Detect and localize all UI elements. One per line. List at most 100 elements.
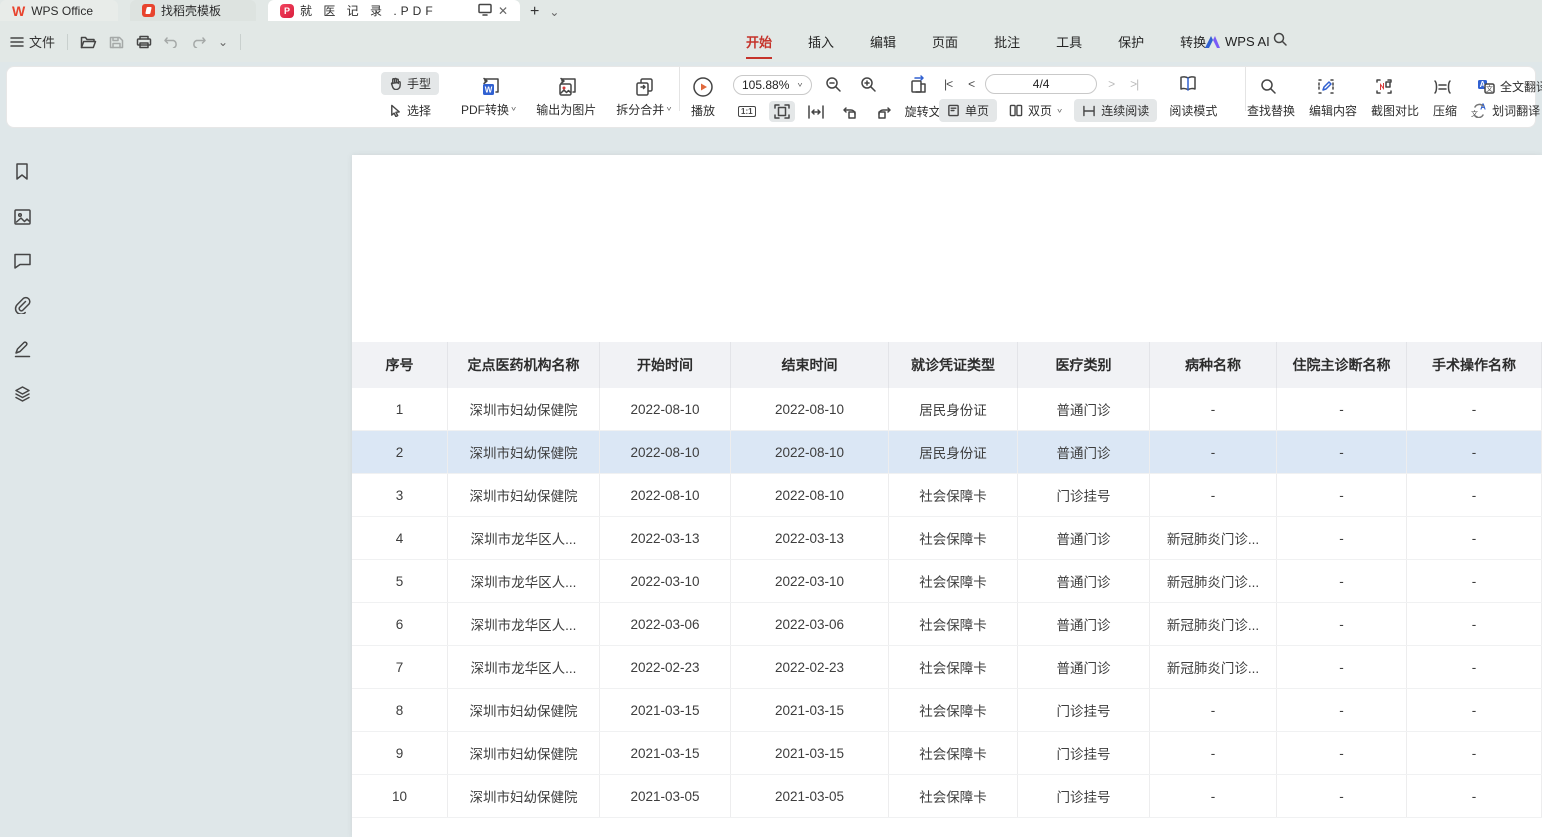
tab-docer-label: 找稻壳模板	[161, 2, 221, 19]
table-cell: 门诊挂号	[1018, 732, 1150, 774]
table-row[interactable]: 1深圳市妇幼保健院2022-08-102022-08-10居民身份证普通门诊--…	[352, 388, 1542, 431]
zoom-out-icon[interactable]	[820, 73, 847, 96]
read-mode-button[interactable]: 阅读模式	[1161, 99, 1225, 122]
zoom-in-icon[interactable]	[855, 73, 882, 96]
double-page-button[interactable]: 双页 ˅	[1001, 99, 1070, 122]
wps-ai-button[interactable]: WPS AI	[1204, 34, 1270, 49]
table-cell: 5	[352, 560, 448, 602]
quick-access-chevron-icon[interactable]: ⌄	[218, 35, 228, 49]
table-cell: 新冠肺炎门诊...	[1150, 560, 1277, 602]
search-menu-icon[interactable]	[1272, 31, 1288, 52]
table-header-cell: 序号	[352, 342, 448, 388]
fit-page-button[interactable]	[769, 101, 795, 122]
table-row[interactable]: 6深圳市龙华区人...2022-03-062022-03-06社会保障卡普通门诊…	[352, 603, 1542, 646]
table-row[interactable]: 9深圳市妇幼保健院2021-03-152021-03-15社会保障卡门诊挂号--…	[352, 732, 1542, 775]
menu-item-2[interactable]: 编辑	[852, 26, 914, 57]
tab-document-pdf[interactable]: P 就 医 记 录 .PDF ✕	[268, 0, 520, 21]
undo-icon[interactable]	[164, 35, 179, 48]
comment-panel-icon[interactable]	[11, 250, 34, 271]
table-cell: 2	[352, 431, 448, 473]
layers-icon[interactable]	[11, 383, 34, 405]
close-tab-icon[interactable]: ✕	[498, 4, 508, 18]
full-translate-button[interactable]: A文 全文翻译	[1477, 78, 1542, 95]
menu-item-3[interactable]: 页面	[914, 26, 976, 57]
svg-text:W: W	[484, 85, 492, 94]
word-translate-button[interactable]: 文A 划词翻译 ˅	[1471, 102, 1542, 119]
zoom-level-value: 105.88%	[742, 78, 789, 92]
table-cell: 2021-03-15	[731, 732, 889, 774]
monitor-icon[interactable]	[478, 3, 492, 19]
tab-docer-templates[interactable]: 找稻壳模板	[130, 0, 256, 21]
new-tab-icon[interactable]: +	[530, 3, 539, 21]
menu-bar: 文件 ⌄ 开始插入编辑页面批注工具保护转换 WPS AI	[0, 21, 1542, 62]
first-page-icon[interactable]: |<	[939, 74, 957, 94]
find-replace-icon[interactable]	[1255, 75, 1282, 98]
signature-pen-icon[interactable]	[11, 338, 34, 361]
tab-list-chevron-icon[interactable]: ⌄	[549, 5, 559, 19]
table-cell: 10	[352, 775, 448, 817]
export-image-button[interactable]: 输出为图片	[530, 75, 602, 120]
edit-content-label[interactable]: 编辑内容	[1309, 102, 1357, 119]
single-page-label: 单页	[965, 102, 989, 119]
rotate-right-icon[interactable]	[871, 101, 897, 122]
table-cell: 2021-03-05	[731, 775, 889, 817]
table-row[interactable]: 7深圳市龙华区人...2022-02-232022-02-23社会保障卡普通门诊…	[352, 646, 1542, 689]
page-number-input[interactable]: 4/4	[985, 74, 1097, 94]
fit-width-button[interactable]	[803, 102, 829, 122]
single-page-button[interactable]: 单页	[939, 99, 997, 122]
docer-icon	[142, 4, 155, 17]
svg-text:文: 文	[1486, 84, 1493, 93]
redo-icon[interactable]	[191, 35, 206, 48]
table-cell: 2022-02-23	[731, 646, 889, 688]
table-cell: 2022-08-10	[600, 431, 731, 473]
table-cell: 2022-08-10	[731, 474, 889, 516]
select-tool-button[interactable]: 选择	[381, 99, 439, 122]
image-panel-icon[interactable]	[11, 206, 34, 228]
pdf-convert-button[interactable]: W PDF转换˅	[455, 75, 522, 120]
table-cell: 门诊挂号	[1018, 775, 1150, 817]
screenshot-compare-label[interactable]: 截图对比	[1371, 102, 1419, 119]
chevron-down-icon: ˅	[511, 105, 516, 113]
previous-page-icon[interactable]: <	[963, 74, 979, 94]
pdf-page[interactable]: 序号定点医药机构名称开始时间结束时间就诊凭证类型医疗类别病种名称住院主诊断名称手…	[352, 155, 1542, 837]
play-button[interactable]: 播放	[685, 74, 721, 121]
save-icon[interactable]	[109, 35, 124, 49]
menu-item-0[interactable]: 开始	[728, 26, 790, 57]
compress-icon[interactable]	[1428, 76, 1457, 98]
split-merge-button[interactable]: 拆分合并˅	[610, 75, 677, 120]
attachment-icon[interactable]	[11, 293, 34, 316]
table-cell: 新冠肺炎门诊...	[1150, 646, 1277, 688]
table-row[interactable]: 3深圳市妇幼保健院2022-08-102022-08-10社会保障卡门诊挂号--…	[352, 474, 1542, 517]
chevron-down-icon: ˅	[797, 81, 802, 89]
table-row[interactable]: 8深圳市妇幼保健院2021-03-152021-03-15社会保障卡门诊挂号--…	[352, 689, 1542, 732]
bookmark-icon[interactable]	[11, 160, 33, 184]
table-row[interactable]: 2深圳市妇幼保健院2022-08-102022-08-10居民身份证普通门诊--…	[352, 431, 1542, 474]
find-replace-label[interactable]: 查找替换	[1247, 102, 1295, 119]
actual-size-button[interactable]: 1:1	[733, 103, 761, 120]
menu-item-5[interactable]: 工具	[1038, 26, 1100, 57]
tab-wps-office[interactable]: W WPS Office	[0, 0, 118, 21]
rotate-left-icon[interactable]	[837, 101, 863, 122]
next-page-icon[interactable]: >	[1103, 74, 1119, 94]
hand-tool-button[interactable]: 手型	[381, 72, 439, 95]
compress-label[interactable]: 压缩	[1433, 102, 1457, 119]
file-menu-button[interactable]: 文件	[10, 32, 55, 51]
menu-item-4[interactable]: 批注	[976, 26, 1038, 57]
edit-content-icon[interactable]	[1312, 75, 1340, 98]
print-icon[interactable]	[136, 35, 152, 49]
table-cell: 居民身份证	[889, 431, 1018, 473]
open-file-icon[interactable]	[80, 35, 97, 49]
table-row[interactable]: 10深圳市妇幼保健院2021-03-052021-03-05社会保障卡门诊挂号-…	[352, 775, 1542, 818]
table-header-cell: 医疗类别	[1018, 342, 1150, 388]
continuous-reading-button[interactable]: 连续阅读	[1074, 99, 1157, 122]
menu-item-1[interactable]: 插入	[790, 26, 852, 57]
table-row[interactable]: 4深圳市龙华区人...2022-03-132022-03-13社会保障卡普通门诊…	[352, 517, 1542, 560]
read-mode-icon[interactable]	[1173, 72, 1203, 95]
menu-item-6[interactable]: 保护	[1100, 26, 1162, 57]
screenshot-compare-icon[interactable]	[1370, 75, 1398, 98]
table-row[interactable]: 5深圳市龙华区人...2022-03-102022-03-10社会保障卡普通门诊…	[352, 560, 1542, 603]
rotate-document-icon[interactable]	[904, 72, 934, 97]
select-tool-label: 选择	[407, 102, 431, 119]
last-page-icon[interactable]: >|	[1125, 74, 1143, 94]
zoom-level-select[interactable]: 105.88% ˅	[733, 75, 812, 95]
